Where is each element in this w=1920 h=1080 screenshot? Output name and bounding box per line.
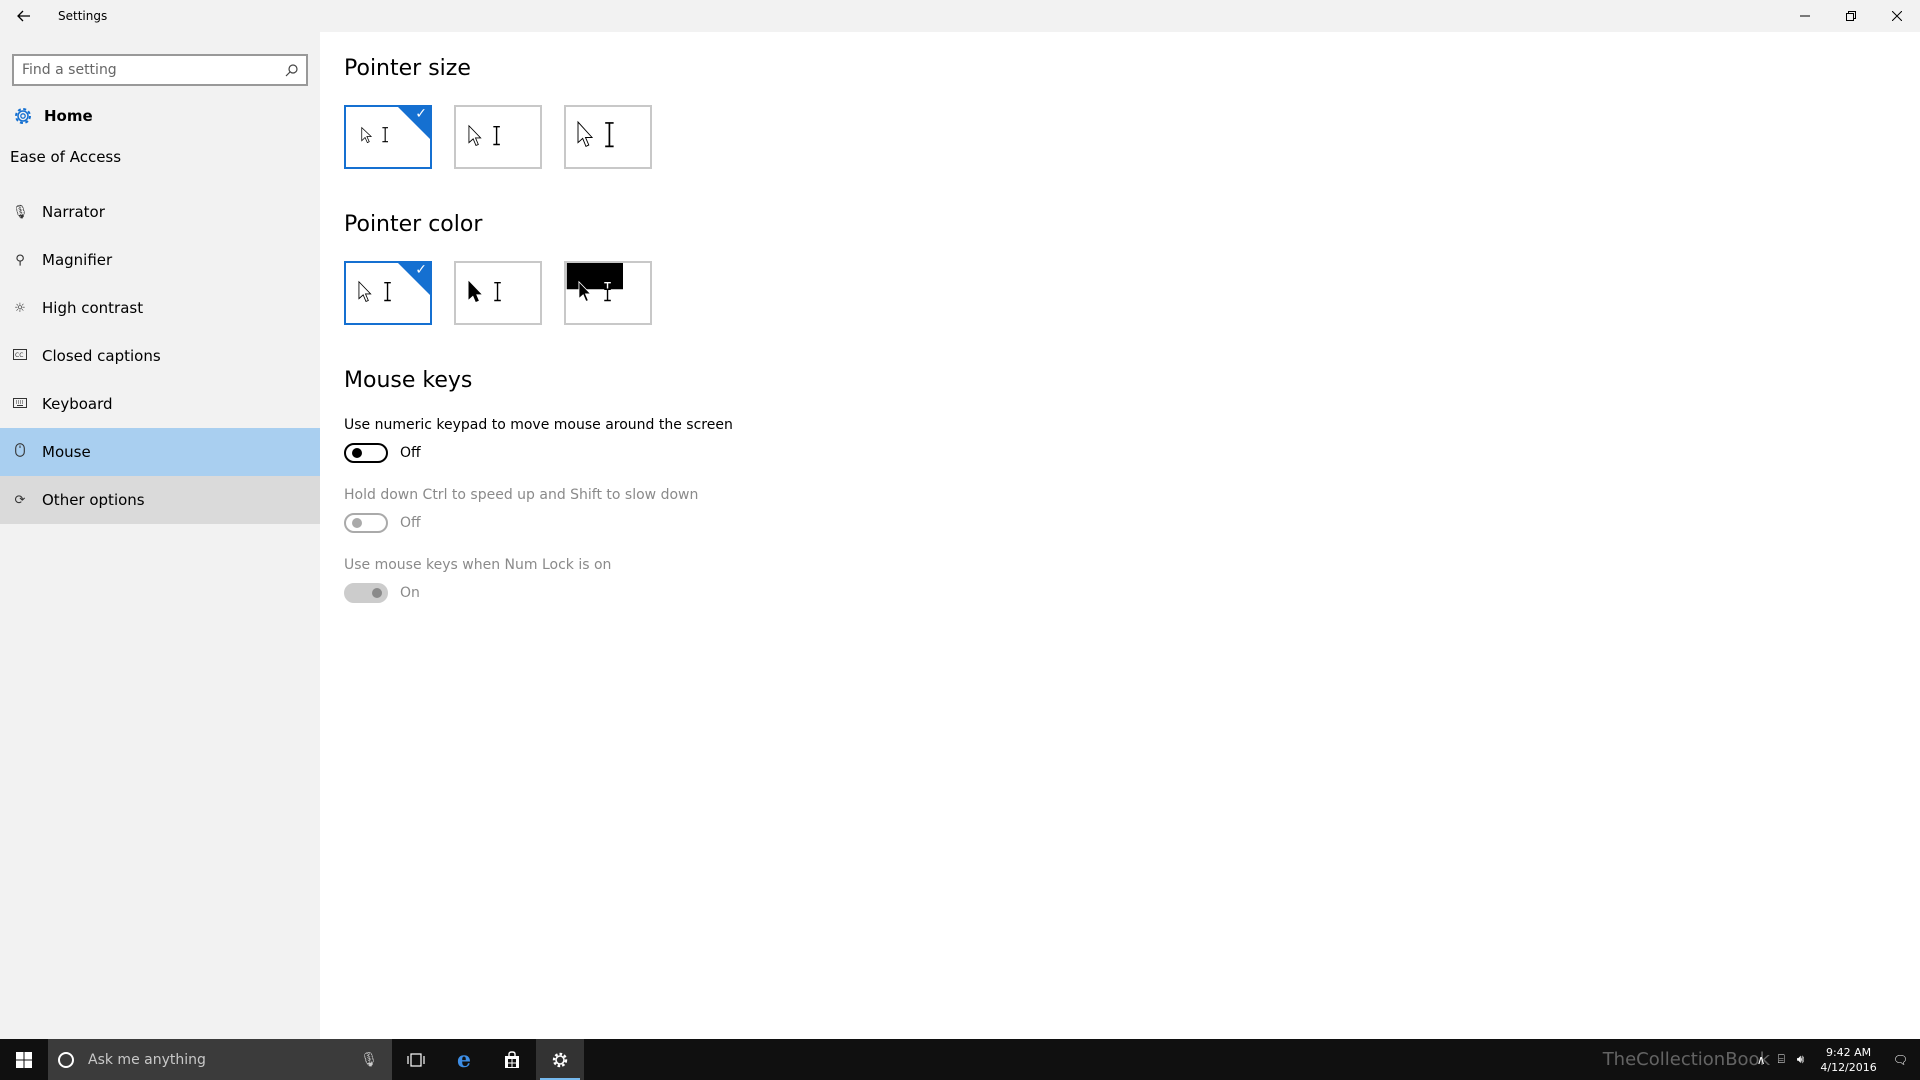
numlock-toggle-group: Use mouse keys when Num Lock is on On xyxy=(344,557,944,603)
pointer-size-options: ✓ xyxy=(344,105,652,169)
numlock-toggle[interactable] xyxy=(344,583,388,603)
restore-button[interactable] xyxy=(1828,0,1874,32)
microphone-icon[interactable]: 🎙︎ xyxy=(360,1052,378,1068)
settings-taskbar-button[interactable] xyxy=(536,1039,584,1080)
pointer-color-black-option[interactable] xyxy=(454,261,542,325)
mouse-keys-heading: Mouse keys xyxy=(344,368,473,393)
pointer-color-options: ✓ xyxy=(344,261,652,325)
window-title: Settings xyxy=(58,9,108,23)
sidebar-item-label: Mouse xyxy=(42,443,91,461)
pointer-color-white-option[interactable]: ✓ xyxy=(344,261,432,325)
pointer-color-inverted-option[interactable] xyxy=(564,261,652,325)
sidebar-item-label: Closed captions xyxy=(42,347,161,365)
taskbar: Ask me anything 🎙︎ e ∧ ⌸ 🔊︎ 9:42 AM 4/12… xyxy=(0,1039,1920,1080)
pointer-color-heading: Pointer color xyxy=(344,212,483,237)
sidebar-item-magnifier[interactable]: ⚲ Magnifier xyxy=(0,236,320,284)
back-arrow-icon xyxy=(17,10,30,22)
pointer-black-icon xyxy=(468,280,501,302)
speed-state: Off xyxy=(400,515,421,531)
speed-toggle-group: Hold down Ctrl to speed up and Shift to … xyxy=(344,487,944,533)
nav-list: 🎙︎ Narrator ⚲ Magnifier ☼ High contrast … xyxy=(0,188,320,524)
system-tray: ∧ ⌸ 🔊︎ 9:42 AM 4/12/2016 🗨︎ xyxy=(1751,1039,1920,1080)
svg-text:CC: CC xyxy=(15,352,23,359)
pointer-medium-icon xyxy=(468,124,500,146)
cortana-icon xyxy=(58,1051,74,1068)
task-view-icon xyxy=(407,1052,425,1067)
sidebar-item-narrator[interactable]: 🎙︎ Narrator xyxy=(0,188,320,236)
minimize-icon xyxy=(1800,15,1810,17)
mouse-keys-toggle[interactable] xyxy=(344,443,388,463)
edge-icon: e xyxy=(457,1046,471,1073)
sidebar-item-mouse[interactable]: Mouse xyxy=(0,428,320,476)
gear-icon xyxy=(15,108,31,124)
captions-icon: CC xyxy=(12,348,28,364)
toggle-knob xyxy=(352,518,362,528)
sidebar: Home Ease of Access 🎙︎ Narrator ⚲ Magnif… xyxy=(0,32,320,1039)
search-icon[interactable] xyxy=(285,63,298,77)
cortana-search-box[interactable]: Ask me anything 🎙︎ xyxy=(48,1039,392,1080)
sidebar-item-closed-captions[interactable]: CC Closed captions xyxy=(0,332,320,380)
speed-toggle[interactable] xyxy=(344,513,388,533)
pointer-size-medium-option[interactable] xyxy=(454,105,542,169)
restore-icon xyxy=(1846,11,1856,21)
close-icon xyxy=(1892,11,1902,21)
watermark: TheCollectionBook xyxy=(1603,1039,1770,1080)
pointer-size-small-option[interactable]: ✓ xyxy=(344,105,432,169)
watermark-text: TheCollectionBook xyxy=(1602,1049,1770,1070)
magnifier-icon: ⚲ xyxy=(15,252,25,268)
start-button[interactable] xyxy=(0,1039,48,1080)
action-center-icon[interactable]: 🗨︎ xyxy=(1893,1053,1908,1067)
sidebar-item-label: High contrast xyxy=(42,299,144,317)
task-view-button[interactable] xyxy=(392,1039,440,1080)
back-button[interactable] xyxy=(0,0,48,32)
sidebar-item-label: Narrator xyxy=(42,203,105,221)
minimize-button[interactable] xyxy=(1782,0,1828,32)
clock-date: 4/12/2016 xyxy=(1820,1060,1877,1074)
store-button[interactable] xyxy=(488,1039,536,1080)
gear-icon xyxy=(552,1052,568,1067)
volume-icon[interactable]: 🔊︎ xyxy=(1797,1052,1805,1067)
mouse-keys-toggle-group: Use numeric keypad to move mouse around … xyxy=(344,417,944,463)
sidebar-item-label: Keyboard xyxy=(42,395,113,413)
speed-desc: Hold down Ctrl to speed up and Shift to … xyxy=(344,487,699,503)
sidebar-item-label: Magnifier xyxy=(42,251,113,269)
clock-time: 9:42 AM xyxy=(1825,1045,1872,1059)
sidebar-item-high-contrast[interactable]: ☼ High contrast xyxy=(0,284,320,332)
close-button[interactable] xyxy=(1874,0,1920,32)
mouse-keys-desc: Use numeric keypad to move mouse around … xyxy=(344,417,733,433)
clock[interactable]: 9:42 AM 4/12/2016 xyxy=(1820,1045,1876,1075)
pointer-size-large-option[interactable] xyxy=(564,105,652,169)
keyboard-icon xyxy=(12,397,28,412)
sidebar-home[interactable]: Home xyxy=(0,92,320,140)
mouse-keys-state: Off xyxy=(400,445,421,461)
store-icon xyxy=(505,1050,519,1068)
microphone-icon: 🎙︎ xyxy=(12,204,29,220)
numlock-state: On xyxy=(400,585,420,601)
brightness-icon: ☼ xyxy=(14,300,26,316)
edge-button[interactable]: e xyxy=(440,1039,488,1080)
mouse-icon xyxy=(12,443,28,461)
pointer-inverted-icon xyxy=(566,263,623,302)
home-label: Home xyxy=(44,107,93,125)
title-bar: Settings xyxy=(0,0,1920,32)
window-controls xyxy=(1782,0,1920,32)
sidebar-item-keyboard[interactable]: Keyboard xyxy=(0,380,320,428)
cortana-placeholder: Ask me anything xyxy=(88,1051,206,1068)
section-title: Ease of Access xyxy=(10,148,122,166)
search-input[interactable] xyxy=(22,62,285,78)
pointer-white-icon xyxy=(358,280,391,302)
toggle-knob xyxy=(372,588,382,598)
windows-logo-icon xyxy=(16,1051,32,1068)
pointer-small-icon xyxy=(361,126,388,144)
network-icon[interactable]: ⌸ xyxy=(1778,1052,1785,1067)
pointer-size-heading: Pointer size xyxy=(344,56,471,81)
search-box[interactable] xyxy=(12,54,308,86)
options-icon: ⟳ xyxy=(14,492,26,508)
numlock-desc: Use mouse keys when Num Lock is on xyxy=(344,557,612,573)
sidebar-item-label: Other options xyxy=(42,491,145,509)
toggle-knob xyxy=(352,448,362,458)
pointer-large-icon xyxy=(577,120,614,148)
sidebar-item-other-options[interactable]: ⟳ Other options xyxy=(0,476,320,524)
